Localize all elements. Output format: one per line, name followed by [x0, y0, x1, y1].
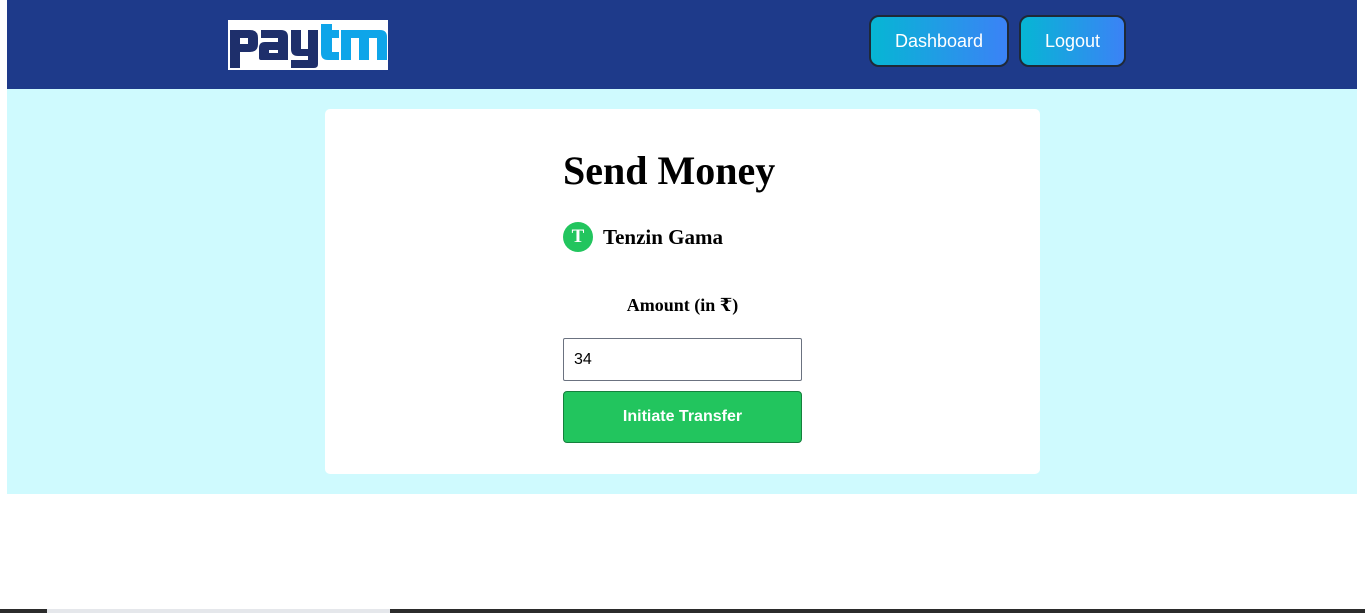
content-area: Send Money T Tenzin Gama Amount (in ₹) I… — [7, 89, 1357, 494]
amount-label: Amount (in ₹) — [626, 295, 739, 315]
navbar: Dashboard Logout — [7, 0, 1357, 89]
recipient: T Tenzin Gama — [563, 222, 723, 252]
avatar: T — [563, 222, 593, 252]
page: Dashboard Logout Send Money T Tenzin Gam… — [0, 0, 1365, 613]
initiate-transfer-button[interactable]: Initiate Transfer — [563, 391, 802, 443]
logout-button[interactable]: Logout — [1019, 15, 1126, 67]
recipient-name: Tenzin Gama — [603, 224, 723, 249]
taskbar-highlight — [47, 609, 390, 613]
dashboard-button[interactable]: Dashboard — [869, 15, 1009, 67]
amount-input[interactable] — [563, 338, 802, 381]
paytm-logo[interactable] — [228, 20, 388, 70]
send-money-card: Send Money T Tenzin Gama Amount (in ₹) I… — [325, 109, 1040, 474]
page-title: Send Money — [563, 148, 776, 193]
